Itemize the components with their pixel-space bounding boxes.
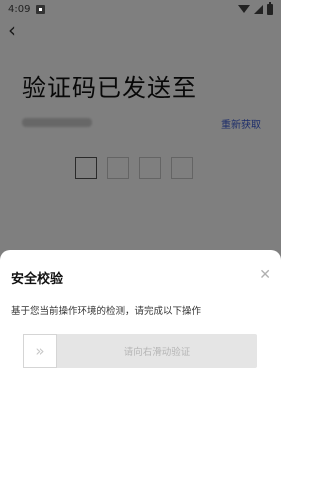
security-check-sheet: 安全校验 ✕ 基于您当前操作环境的检测，请完成以下操作 » 请向右滑动验证 [0,250,281,500]
status-time: 4:09 [8,3,31,15]
notification-icon [36,4,46,14]
status-bar: 4:09 [0,0,281,18]
chevrons-right-icon: » [35,342,45,360]
sheet-title: 安全校验 [11,272,64,287]
sheet-description: 基于您当前操作环境的检测，请完成以下操作 [11,306,202,317]
wifi-icon [238,5,250,13]
slide-verify-label: 请向右滑动验证 [123,347,191,358]
close-icon[interactable]: ✕ [259,268,271,282]
signal-icon [254,4,263,14]
battery-icon [267,1,273,15]
slide-verify-handle[interactable]: » [23,334,57,368]
slide-verify-track[interactable]: » 请向右滑动验证 [23,334,257,368]
